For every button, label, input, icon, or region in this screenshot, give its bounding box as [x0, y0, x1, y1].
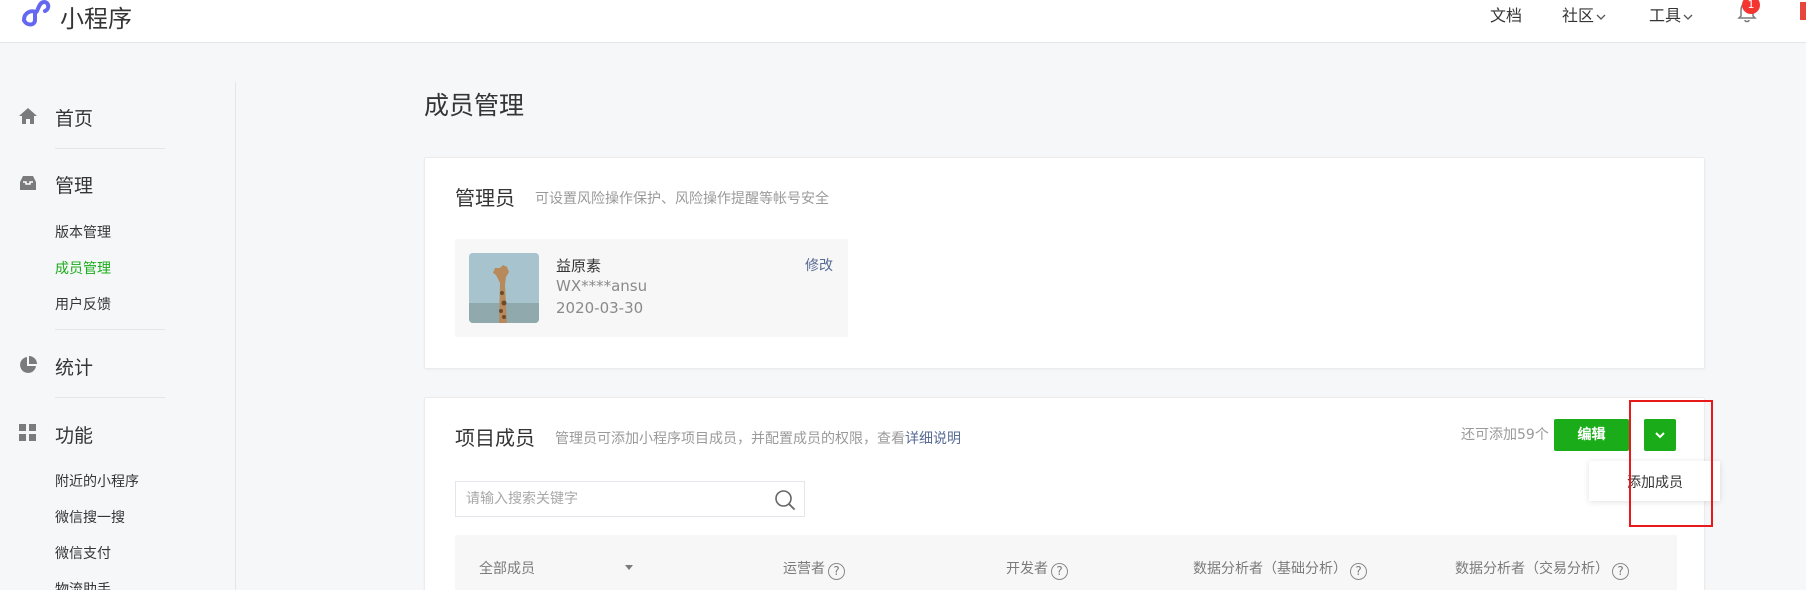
column-analyst-trade: 数据分析者（交易分析）? [1455, 558, 1629, 580]
sidebar-divider-line [55, 397, 165, 398]
admin-card-desc: 可设置风险操作保护、风险操作提醒等帐号安全 [535, 191, 829, 207]
sidebar-section-label: 首页 [55, 108, 94, 130]
sidebar-section-label: 功能 [55, 425, 94, 447]
member-search [455, 481, 805, 517]
sidebar-divider-line [55, 148, 165, 149]
top-bar: 小程序 文档 社区 工具 1 [0, 0, 1806, 43]
sidebar-item-logistics[interactable]: 物流助手 [55, 579, 111, 590]
admin-name: 益原素 [556, 257, 602, 275]
chevron-down-icon [1683, 14, 1693, 20]
members-table-header: 全部成员 运营者? 开发者? 数据分析者（基础分析）? 数据分析者（交易分析）? [455, 535, 1677, 590]
chevron-down-icon [1596, 14, 1606, 20]
giraffe-avatar-image [469, 253, 539, 323]
search-input[interactable] [456, 482, 766, 516]
sidebar-item-wechat-search[interactable]: 微信搜一搜 [55, 507, 125, 527]
remaining-count: 还可添加59个 [1461, 427, 1549, 443]
admin-wechat-id: WX****ansu [556, 277, 648, 295]
nav-tools-label: 工具 [1649, 6, 1682, 25]
members-card-title: 项目成员 [455, 426, 535, 450]
column-developer: 开发者? [1006, 558, 1068, 580]
pie-chart-icon [20, 356, 37, 373]
add-member-option[interactable]: 添加成员 [1627, 472, 1683, 492]
inbox-icon [20, 176, 36, 190]
edit-button[interactable]: 编辑 [1554, 419, 1629, 451]
help-icon[interactable]: ? [1350, 563, 1367, 580]
members-card-desc-text: 管理员可添加小程序项目成员，并配置成员的权限，查看 [555, 431, 905, 447]
help-icon[interactable]: ? [1051, 563, 1068, 580]
sidebar-item-feedback[interactable]: 用户反馈 [55, 294, 111, 314]
add-member-dropdown: 添加成员 [1589, 461, 1720, 501]
search-icon[interactable] [774, 489, 796, 511]
admin-info-box: 益原素 WX****ansu 2020-03-30 修改 [455, 239, 848, 337]
grid-icon [19, 424, 36, 441]
sidebar-divider-line [55, 329, 165, 330]
edge-icon [1800, 2, 1806, 20]
details-link[interactable]: 详细说明 [905, 431, 961, 447]
help-icon[interactable]: ? [828, 563, 845, 580]
column-label: 数据分析者（基础分析） [1193, 561, 1347, 577]
chevron-down-icon [1655, 432, 1665, 439]
column-operator: 运营者? [783, 558, 845, 580]
mini-program-logo[interactable] [18, 0, 52, 28]
sidebar-item-members[interactable]: 成员管理 [55, 258, 111, 278]
column-label: 运营者 [783, 561, 825, 577]
app-name: 小程序 [60, 5, 132, 33]
column-label: 开发者 [1006, 561, 1048, 577]
nav-community-label: 社区 [1562, 6, 1595, 25]
sidebar-divider [235, 82, 236, 590]
more-dropdown-button[interactable] [1644, 419, 1676, 451]
members-card: 项目成员 管理员可添加小程序项目成员，并配置成员的权限，查看详细说明 还可添加5… [424, 397, 1705, 590]
sidebar-item-wechat-pay[interactable]: 微信支付 [55, 543, 111, 563]
modify-admin-link[interactable]: 修改 [805, 255, 833, 275]
column-label: 数据分析者（交易分析） [1455, 561, 1609, 577]
page-title: 成员管理 [424, 91, 525, 120]
home-icon [19, 108, 37, 124]
caret-down-icon[interactable] [625, 565, 633, 570]
sidebar-item-nearby[interactable]: 附近的小程序 [55, 471, 139, 491]
avatar [469, 253, 539, 323]
nav-docs[interactable]: 文档 [1490, 2, 1522, 26]
nav-tools[interactable]: 工具 [1649, 2, 1693, 26]
members-card-desc: 管理员可添加小程序项目成员，并配置成员的权限，查看详细说明 [555, 428, 961, 448]
help-icon[interactable]: ? [1612, 563, 1629, 580]
column-analyst-basic: 数据分析者（基础分析）? [1193, 558, 1367, 580]
nav-community[interactable]: 社区 [1562, 2, 1606, 26]
sidebar-section-label: 管理 [55, 175, 94, 197]
admin-card-title: 管理员 [455, 186, 515, 210]
admin-card: 管理员 可设置风险操作保护、风险操作提醒等帐号安全 益原素 WX****ansu… [424, 157, 1705, 369]
filter-all-members[interactable]: 全部成员 [479, 558, 535, 578]
sidebar-item-version[interactable]: 版本管理 [55, 222, 111, 242]
sidebar-section-label: 统计 [55, 357, 94, 379]
admin-date: 2020-03-30 [556, 299, 644, 317]
